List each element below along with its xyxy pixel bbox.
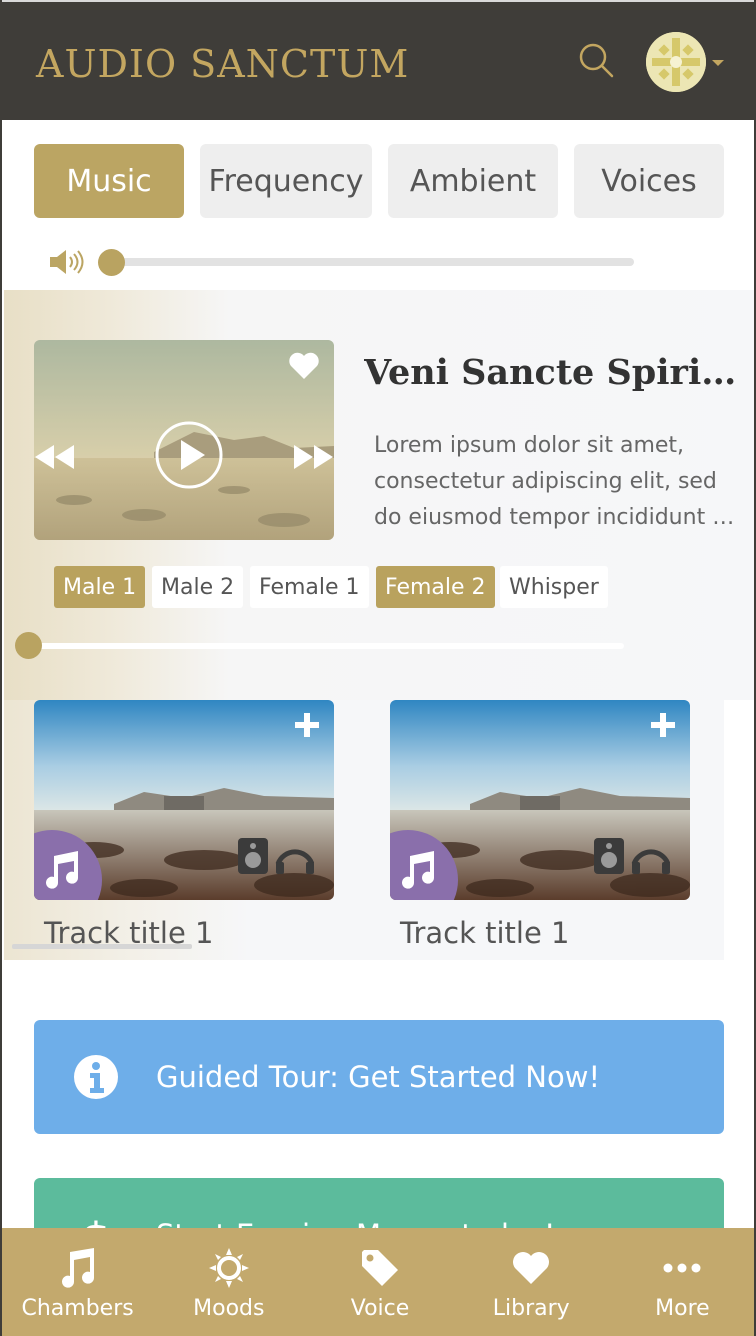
nav-item-chambers[interactable]: Chambers xyxy=(2,1228,153,1336)
play-icon[interactable] xyxy=(154,420,224,490)
featured-title[interactable]: Veni Sancte Spiritus xyxy=(364,352,744,393)
favorite-heart-icon[interactable] xyxy=(288,352,320,380)
speaker-headphones-icon xyxy=(594,838,670,874)
app-header: AUDIO SANCTUM xyxy=(2,0,754,120)
add-icon[interactable] xyxy=(650,712,676,738)
sun-icon xyxy=(208,1248,249,1288)
voice-chip-male-2[interactable]: Male 2 xyxy=(152,566,244,608)
volume-slider-track[interactable] xyxy=(112,258,634,266)
tab-music[interactable]: Music xyxy=(34,144,184,218)
rewind-icon[interactable] xyxy=(34,444,76,470)
guided-tour-label: Guided Tour: Get Started Now! xyxy=(156,1060,601,1094)
avatar-dropdown-caret-icon[interactable] xyxy=(712,60,724,66)
guided-tour-banner[interactable]: Guided Tour: Get Started Now! xyxy=(34,1020,724,1134)
add-icon[interactable] xyxy=(294,712,320,738)
track-title[interactable]: Track title 1 xyxy=(400,916,569,950)
avatar[interactable] xyxy=(646,32,706,92)
volume-icon[interactable] xyxy=(48,248,84,276)
fast-forward-icon[interactable] xyxy=(292,444,334,470)
voice-chip-female-2[interactable]: Female 2 xyxy=(376,566,495,608)
app-frame: AUDIO SANCTUM Music Frequency Ambient Vo… xyxy=(0,0,756,1336)
bottom-nav: Chambers Moods Voice Library More xyxy=(2,1228,754,1336)
featured-description: Lorem ipsum dolor sit amet, consectetur … xyxy=(374,433,735,530)
avatar-pattern-icon xyxy=(646,32,706,92)
tracks-scrollbar[interactable] xyxy=(12,944,192,949)
track-card-artwork[interactable] xyxy=(390,700,690,900)
playback-progress-track[interactable] xyxy=(28,643,624,649)
track-card-artwork[interactable] xyxy=(34,700,334,900)
music-badge-icon xyxy=(390,830,458,900)
nav-label-moods: Moods xyxy=(193,1296,265,1321)
app-logo[interactable]: AUDIO SANCTUM xyxy=(36,42,409,86)
music-note-icon xyxy=(61,1248,94,1288)
heart-icon xyxy=(513,1252,550,1284)
playback-progress-thumb[interactable] xyxy=(15,632,42,659)
featured-artwork[interactable] xyxy=(34,340,334,540)
voice-chip-male-1[interactable]: Male 1 xyxy=(54,566,146,608)
tab-frequency[interactable]: Frequency xyxy=(200,144,372,218)
speaker-headphones-icon xyxy=(238,838,314,874)
nav-label-chambers: Chambers xyxy=(21,1296,134,1321)
nav-label-voice: Voice xyxy=(350,1296,410,1321)
nav-item-voice[interactable]: Voice xyxy=(304,1228,455,1336)
voice-chip-whisper[interactable]: Whisper xyxy=(500,566,608,608)
tag-icon xyxy=(362,1250,398,1286)
nav-item-more[interactable]: More xyxy=(607,1228,754,1336)
voice-chip-female-1[interactable]: Female 1 xyxy=(250,566,369,608)
more-dots-icon xyxy=(663,1263,701,1273)
nav-label-library: Library xyxy=(492,1296,570,1321)
search-icon[interactable] xyxy=(578,42,614,78)
info-icon xyxy=(74,1055,118,1099)
tab-voices[interactable]: Voices xyxy=(574,144,724,218)
volume-slider-thumb[interactable] xyxy=(98,249,125,276)
nav-item-library[interactable]: Library xyxy=(456,1228,607,1336)
nav-item-moods[interactable]: Moods xyxy=(153,1228,304,1336)
tab-ambient[interactable]: Ambient xyxy=(388,144,558,218)
music-badge-icon xyxy=(34,830,102,900)
nav-label-more: More xyxy=(655,1296,710,1321)
